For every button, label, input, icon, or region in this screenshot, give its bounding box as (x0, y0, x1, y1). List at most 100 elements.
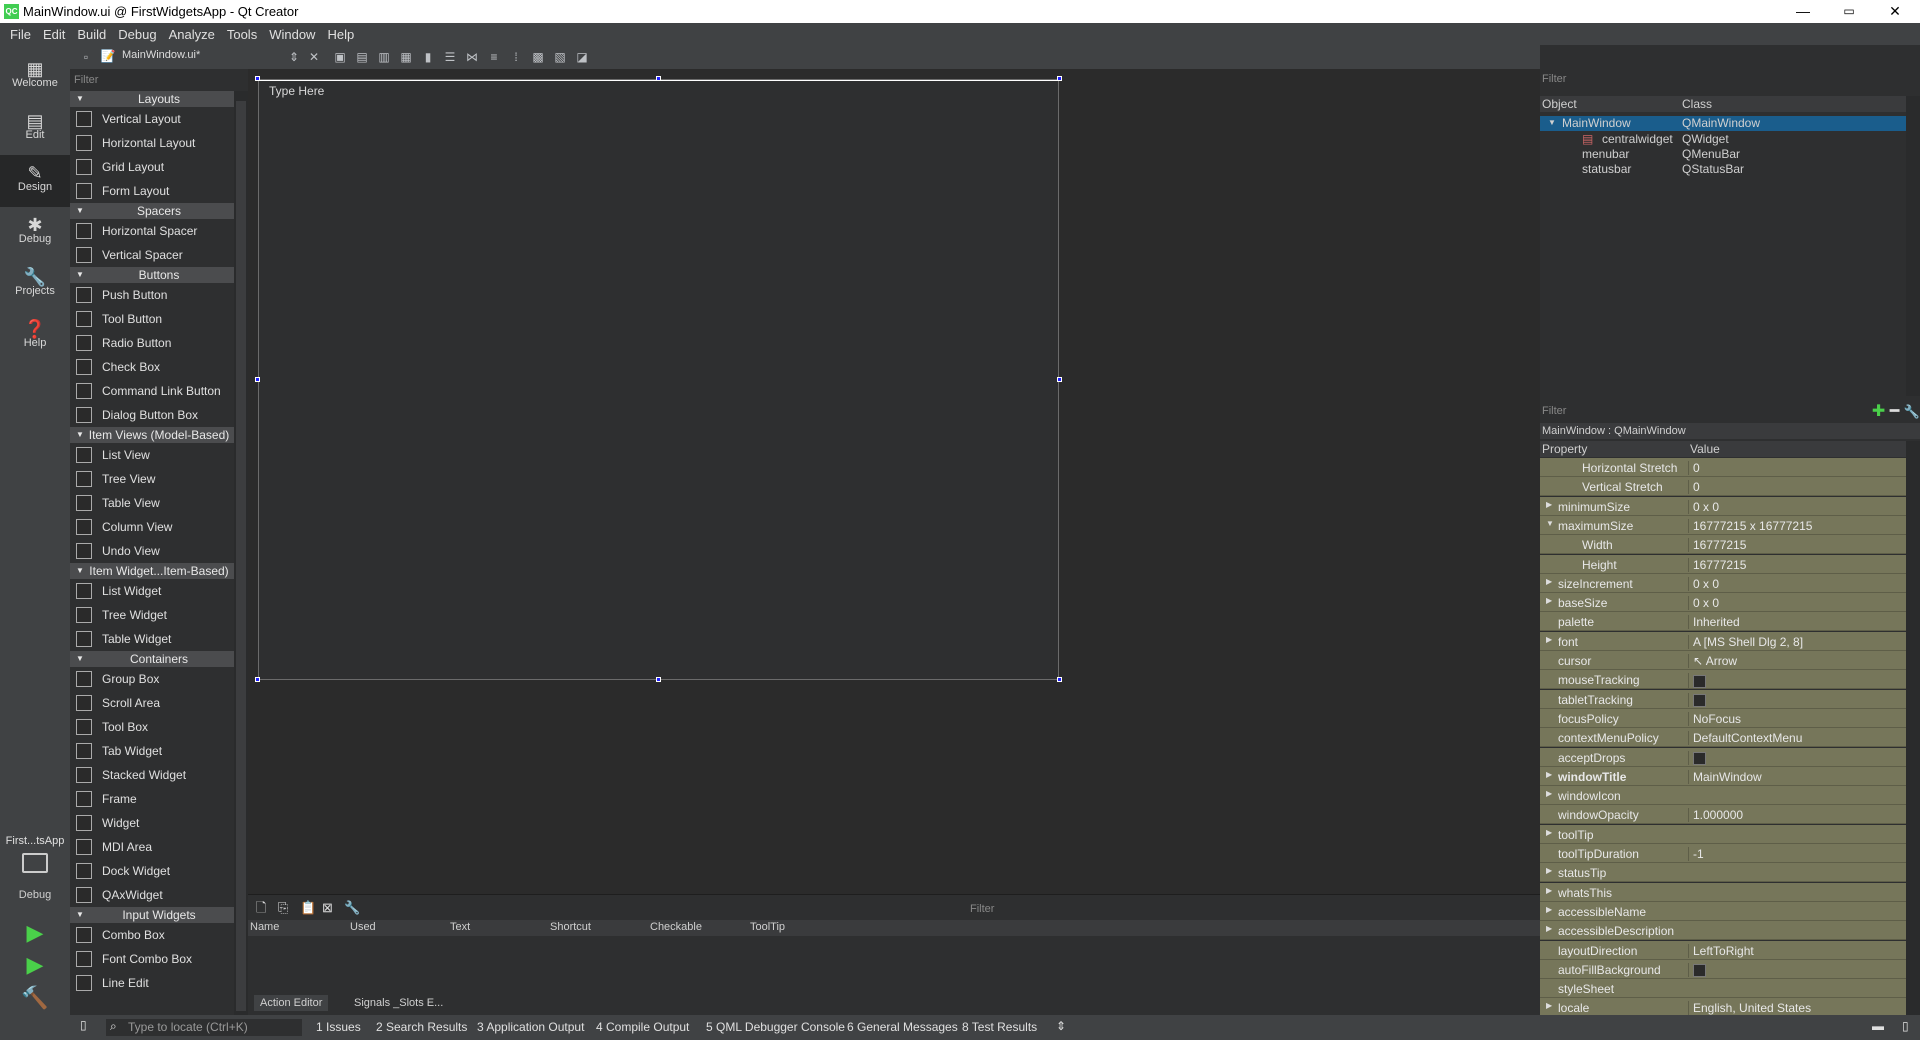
property-editor-scrollbar[interactable] (1906, 441, 1920, 1015)
property-value[interactable]: 0 x 0 (1688, 576, 1904, 591)
widget-item-table-widget[interactable]: Table Widget (70, 627, 248, 651)
output-pane-tab[interactable]: 3 Application Output (477, 1020, 584, 1034)
maximize-button[interactable]: ▭ (1826, 0, 1872, 23)
copy-action-icon[interactable]: ⎘ (278, 900, 300, 916)
menu-help[interactable]: Help (321, 27, 360, 42)
build-icon[interactable]: 🔨 (20, 983, 50, 1013)
configure-action-icon[interactable]: 🔧 (344, 900, 366, 916)
col-class[interactable]: Class (1682, 97, 1712, 111)
collapse-arrow-icon[interactable]: ▼ (76, 91, 84, 107)
property-value[interactable] (1688, 692, 1904, 707)
property-value[interactable]: NoFocus (1688, 711, 1904, 726)
property-checkbox[interactable] (1693, 964, 1706, 978)
widgetbox-filter[interactable]: Filter (70, 69, 248, 91)
paste-action-icon[interactable]: 📋 (300, 900, 322, 916)
layout-vertical-icon[interactable]: ☰ (442, 49, 458, 65)
widgetbox-scrollbar[interactable] (234, 91, 248, 1015)
new-action-icon[interactable]: 🗋 (256, 899, 278, 921)
widget-item-scroll-area[interactable]: Scroll Area (70, 691, 248, 715)
delete-action-icon[interactable]: ⊠ (322, 900, 344, 916)
updown-arrows-icon[interactable]: ⇕ (1056, 1019, 1066, 1033)
layout-grid-icon[interactable]: ▩ (530, 49, 546, 65)
updown-arrows-icon[interactable]: ⇕ (286, 49, 302, 65)
property-value[interactable]: 0 (1688, 480, 1904, 495)
widget-item-horizontal-spacer[interactable]: Horizontal Spacer (70, 219, 248, 243)
resize-handle-top[interactable] (656, 76, 661, 81)
property-value[interactable]: MainWindow (1688, 769, 1904, 784)
widget-item-vertical-spacer[interactable]: Vertical Spacer (70, 243, 248, 267)
property-row-font[interactable]: ▶ font A [MS Shell Dlg 2, 8] (1540, 631, 1906, 651)
property-value[interactable]: English, United States (1688, 1001, 1904, 1016)
col-tooltip[interactable]: ToolTip (750, 921, 785, 933)
property-row-mousetracking[interactable]: mouseTracking (1540, 670, 1906, 690)
object-filter[interactable]: Filter (1540, 69, 1920, 89)
property-value[interactable]: ↖ Arrow (1688, 654, 1904, 668)
widget-item-grid-layout[interactable]: Grid Layout (70, 155, 248, 179)
widget-item-tool-box[interactable]: Tool Box (70, 715, 248, 739)
property-row-palette[interactable]: palette Inherited (1540, 612, 1906, 632)
property-row-width[interactable]: Width 16777215 (1540, 535, 1906, 555)
break-layout-icon[interactable]: ▧ (552, 49, 568, 65)
output-pane-tab[interactable]: 8 Test Results (962, 1020, 1037, 1034)
action-filter[interactable]: Filter (970, 903, 994, 915)
layout-form-icon[interactable]: ⁞ (508, 49, 524, 65)
object-row-mainwindow[interactable]: ▼ MainWindow QMainWindow (1540, 116, 1906, 131)
property-value[interactable]: 16777215 (1688, 557, 1904, 572)
property-row-minimumsize[interactable]: ▶ minimumSize 0 x 0 (1540, 496, 1906, 516)
resize-handle-bottom[interactable] (656, 677, 661, 682)
widget-item-combo-box[interactable]: Combo Box (70, 923, 248, 947)
edit-signals-slots-icon[interactable]: ▤ (354, 49, 370, 65)
mode-help[interactable]: ❓ Help (0, 311, 70, 363)
property-row-tooltip[interactable]: ▶ toolTip (1540, 824, 1906, 844)
menu-debug[interactable]: Debug (112, 27, 162, 42)
mode-design[interactable]: ✎ Design (0, 155, 70, 207)
monitor-icon[interactable] (22, 853, 48, 873)
widget-category[interactable]: ▼ Buttons (70, 267, 248, 283)
widget-item-dock-widget[interactable]: Dock Widget (70, 859, 248, 883)
edit-tab-order-icon[interactable]: ▦ (398, 49, 414, 65)
widget-item-line-edit[interactable]: Line Edit (70, 971, 248, 995)
mode-debug[interactable]: ✱ Debug (0, 207, 70, 259)
minimize-button[interactable]: — (1780, 0, 1826, 23)
widget-item-command-link-button[interactable]: Command Link Button (70, 379, 248, 403)
collapse-arrow-icon[interactable]: ▼ (76, 203, 84, 219)
property-row-whatsthis[interactable]: ▶ whatsThis (1540, 882, 1906, 902)
widget-item-check-box[interactable]: Check Box (70, 355, 248, 379)
menu-build[interactable]: Build (71, 27, 112, 42)
output-pane-tab[interactable]: 5 QML Debugger Console (706, 1020, 845, 1034)
run-icon[interactable]: ▶ (20, 918, 50, 948)
collapse-arrow-icon[interactable]: ▼ (76, 267, 84, 283)
menu-analyze[interactable]: Analyze (163, 27, 221, 42)
menu-file[interactable]: File (4, 27, 37, 42)
widget-item-group-box[interactable]: Group Box (70, 667, 248, 691)
close-button[interactable]: ✕ (1872, 0, 1918, 23)
resize-handle-bottom-left[interactable] (255, 677, 260, 682)
property-checkbox[interactable] (1693, 751, 1706, 765)
widget-item-tab-widget[interactable]: Tab Widget (70, 739, 248, 763)
property-row-statustip[interactable]: ▶ statusTip (1540, 863, 1906, 883)
property-row-stylesheet[interactable]: styleSheet (1540, 979, 1906, 999)
widget-item-horizontal-layout[interactable]: Horizontal Layout (70, 131, 248, 155)
widget-item-table-view[interactable]: Table View (70, 491, 248, 515)
toggle-sidebar-icon[interactable]: ▯ (80, 1018, 87, 1032)
toggle-right-sidebar-icon[interactable]: ▯ (1902, 1019, 1909, 1033)
property-row-basesize[interactable]: ▶ baseSize 0 x 0 (1540, 593, 1906, 613)
property-row-windowicon[interactable]: ▶ windowIcon (1540, 786, 1906, 806)
collapse-arrow-icon[interactable]: ▼ (76, 907, 84, 923)
widget-item-dialog-button-box[interactable]: Dialog Button Box (70, 403, 248, 427)
widget-item-tree-widget[interactable]: Tree Widget (70, 603, 248, 627)
output-pane-tab[interactable]: 6 General Messages (847, 1020, 958, 1034)
tab-signals-slots[interactable]: Signals _Slots E... (348, 995, 449, 1011)
edit-buddies-icon[interactable]: ▥ (376, 49, 392, 65)
locator-input[interactable]: Type to locate (Ctrl+K) (106, 1019, 302, 1036)
output-pane-tab[interactable]: 1 Issues (316, 1020, 361, 1034)
col-checkable[interactable]: Checkable (650, 921, 702, 933)
collapse-arrow-icon[interactable]: ▼ (76, 563, 84, 579)
widget-item-frame[interactable]: Frame (70, 787, 248, 811)
property-row-vertical-stretch[interactable]: Vertical Stretch 0 (1540, 477, 1906, 497)
output-toggle-icon[interactable]: ▬ (1872, 1019, 1884, 1033)
widget-item-vertical-layout[interactable]: Vertical Layout (70, 107, 248, 131)
widget-item-list-view[interactable]: List View (70, 443, 248, 467)
property-checkbox[interactable] (1693, 674, 1706, 688)
property-value[interactable]: -1 (1688, 847, 1904, 861)
